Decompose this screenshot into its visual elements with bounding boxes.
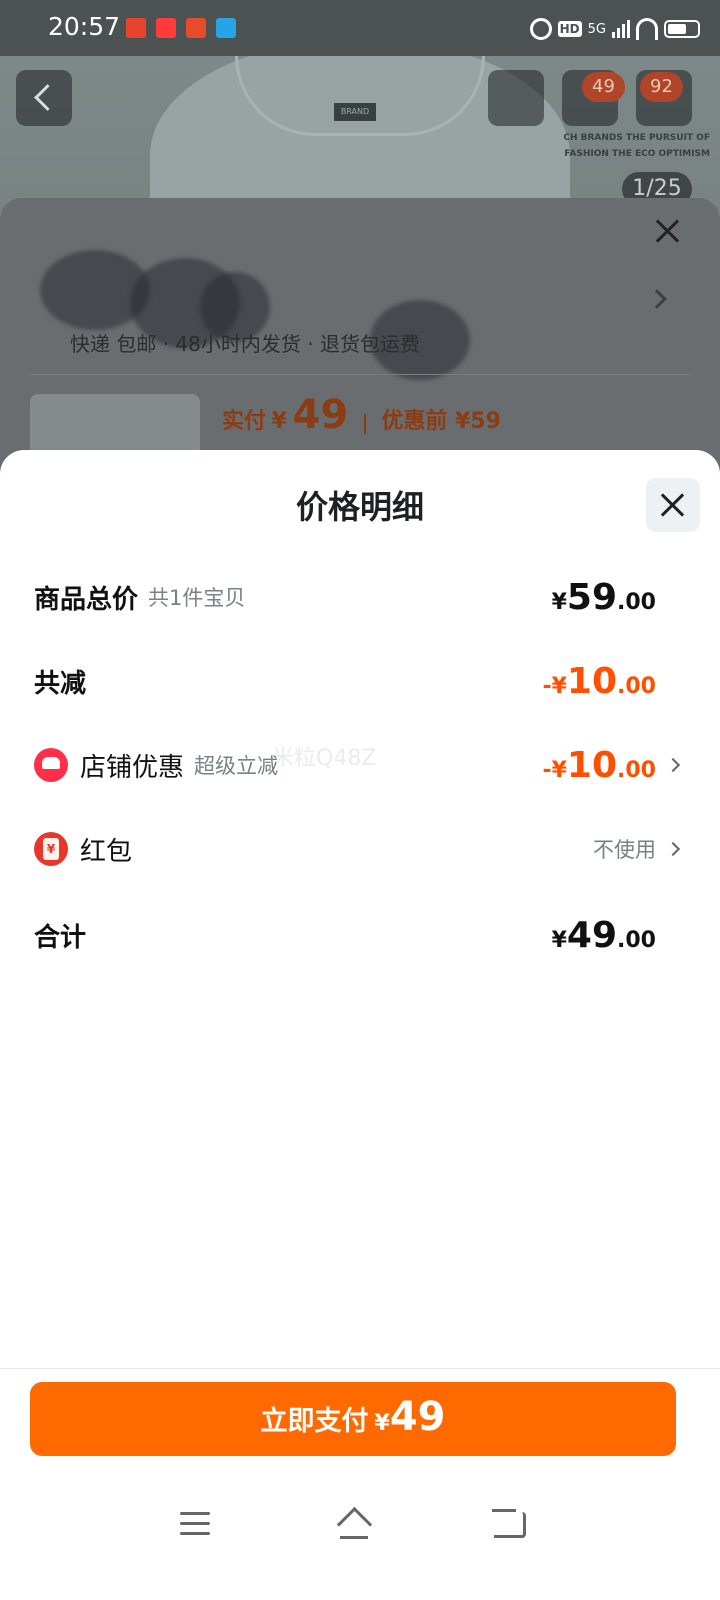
row-total-reduction: 共减 -¥10.00: [34, 656, 686, 706]
paid-summary: 实付 ¥ 49 优惠前 ¥59: [222, 392, 501, 438]
pay-yen: ¥: [374, 1411, 390, 1436]
shipping-info: 快递 包邮 · 48小时内发货 · 退货包运费: [70, 332, 420, 356]
item-count: 共1件宝贝: [148, 586, 246, 610]
total-price-label: 商品总价: [34, 584, 139, 615]
sum-amount: ¥49.00: [551, 914, 656, 956]
pay-amount: 49: [389, 1394, 446, 1440]
back-icon[interactable]: [492, 1509, 526, 1538]
close-button[interactable]: [646, 478, 700, 532]
red-packet-value: 不使用: [593, 838, 656, 862]
total-price-amount: ¥59.00: [551, 576, 656, 618]
share-button[interactable]: [488, 70, 544, 126]
pay-now-label: 立即支付: [260, 1406, 369, 1437]
chevron-right-icon: [665, 841, 681, 857]
separator: [363, 413, 366, 434]
row-shop-discount[interactable]: 店铺优惠 超级立减 -¥10.00: [34, 740, 686, 790]
red-packet-icon: [34, 832, 68, 866]
row-total-price: 商品总价 共1件宝贝 ¥59.00: [34, 572, 686, 622]
row-sum: 合计 ¥49.00: [34, 910, 686, 960]
divider: [0, 1368, 720, 1369]
paid-amount: 49: [292, 392, 349, 438]
sheet-title: 价格明细: [295, 488, 424, 526]
red-packet-label: 红包: [80, 836, 133, 867]
sum-label: 合计: [34, 922, 87, 953]
map-app-icon: [216, 18, 236, 38]
video-app-icon: [156, 18, 176, 38]
product-tag: BRAND: [334, 103, 376, 121]
status-icons: HD 5G: [529, 14, 700, 44]
signal-icon: [612, 20, 630, 38]
cart-count-badge: 49: [582, 72, 625, 102]
total-reduction-amount: -¥10.00: [542, 660, 656, 702]
paid-yen: ¥: [271, 409, 287, 434]
divider: [30, 374, 690, 375]
shop-discount-type: 超级立减: [194, 754, 279, 778]
wifi-icon: [636, 18, 658, 40]
status-bar: 20:57 HD 5G: [0, 0, 720, 56]
system-navigation-bar: [0, 1490, 720, 1560]
before-discount-price: 优惠前 ¥59: [381, 409, 501, 434]
alarm-icon: [529, 18, 552, 40]
paid-label: 实付: [222, 409, 267, 434]
back-button[interactable]: [16, 70, 72, 126]
home-icon[interactable]: [336, 1510, 372, 1540]
chevron-right-icon: [665, 757, 681, 773]
battery-icon: [664, 20, 700, 38]
message-count-badge: 92: [640, 72, 683, 102]
shop-icon: [34, 748, 68, 782]
product-thumbnail: [30, 394, 200, 454]
news-app-icon: [186, 18, 206, 38]
menu-icon[interactable]: [180, 1512, 210, 1536]
banner-text: CH BRANDS THE PURSUIT OF FASHION THE ECO…: [563, 133, 710, 159]
notification-icon: [126, 18, 146, 38]
row-red-packet[interactable]: 红包 不使用: [34, 824, 686, 874]
close-icon[interactable]: [654, 218, 680, 244]
shop-discount-label: 店铺优惠: [80, 752, 185, 783]
hd-badge: HD: [557, 21, 582, 37]
pay-now-button[interactable]: 立即支付 ¥ 49: [30, 1382, 676, 1456]
shop-discount-amount: -¥10.00: [542, 744, 656, 786]
status-time: 20:57: [48, 12, 121, 41]
network-type: 5G: [587, 21, 606, 37]
total-reduction-label: 共减: [34, 668, 87, 699]
